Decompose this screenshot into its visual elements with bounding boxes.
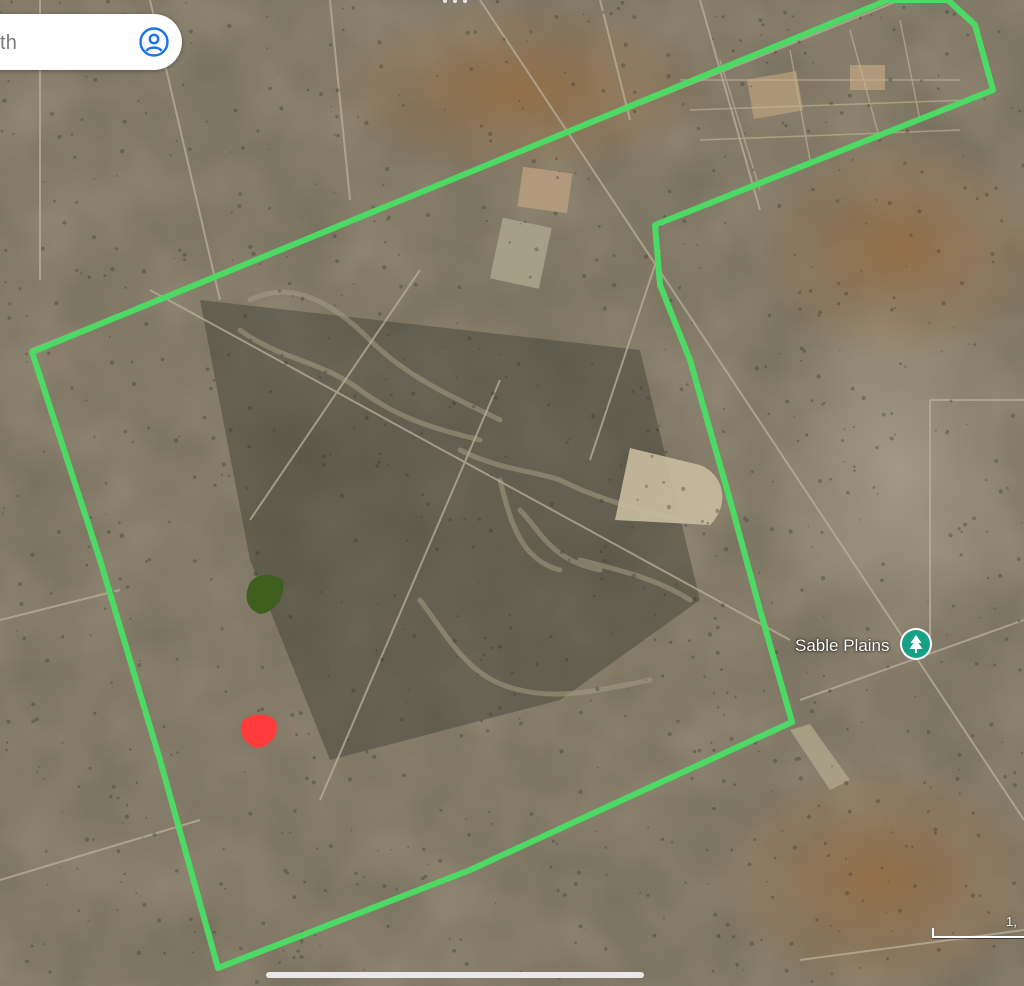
search-bar[interactable]: th [0,14,182,70]
cleared-patch [517,166,573,214]
cleared-patch [850,65,885,90]
scale-label: 1, [1006,914,1017,929]
home-indicator[interactable] [266,972,644,978]
satellite-map[interactable] [0,0,1024,986]
menu-dots-icon[interactable] [440,0,470,4]
account-circle-icon[interactable] [138,26,170,58]
park-tree-icon [909,635,923,653]
place-label-text[interactable]: Sable Plains [795,636,890,656]
scale-bar [932,928,1024,938]
place-pin[interactable] [902,630,930,658]
search-input[interactable]: th [0,32,17,55]
